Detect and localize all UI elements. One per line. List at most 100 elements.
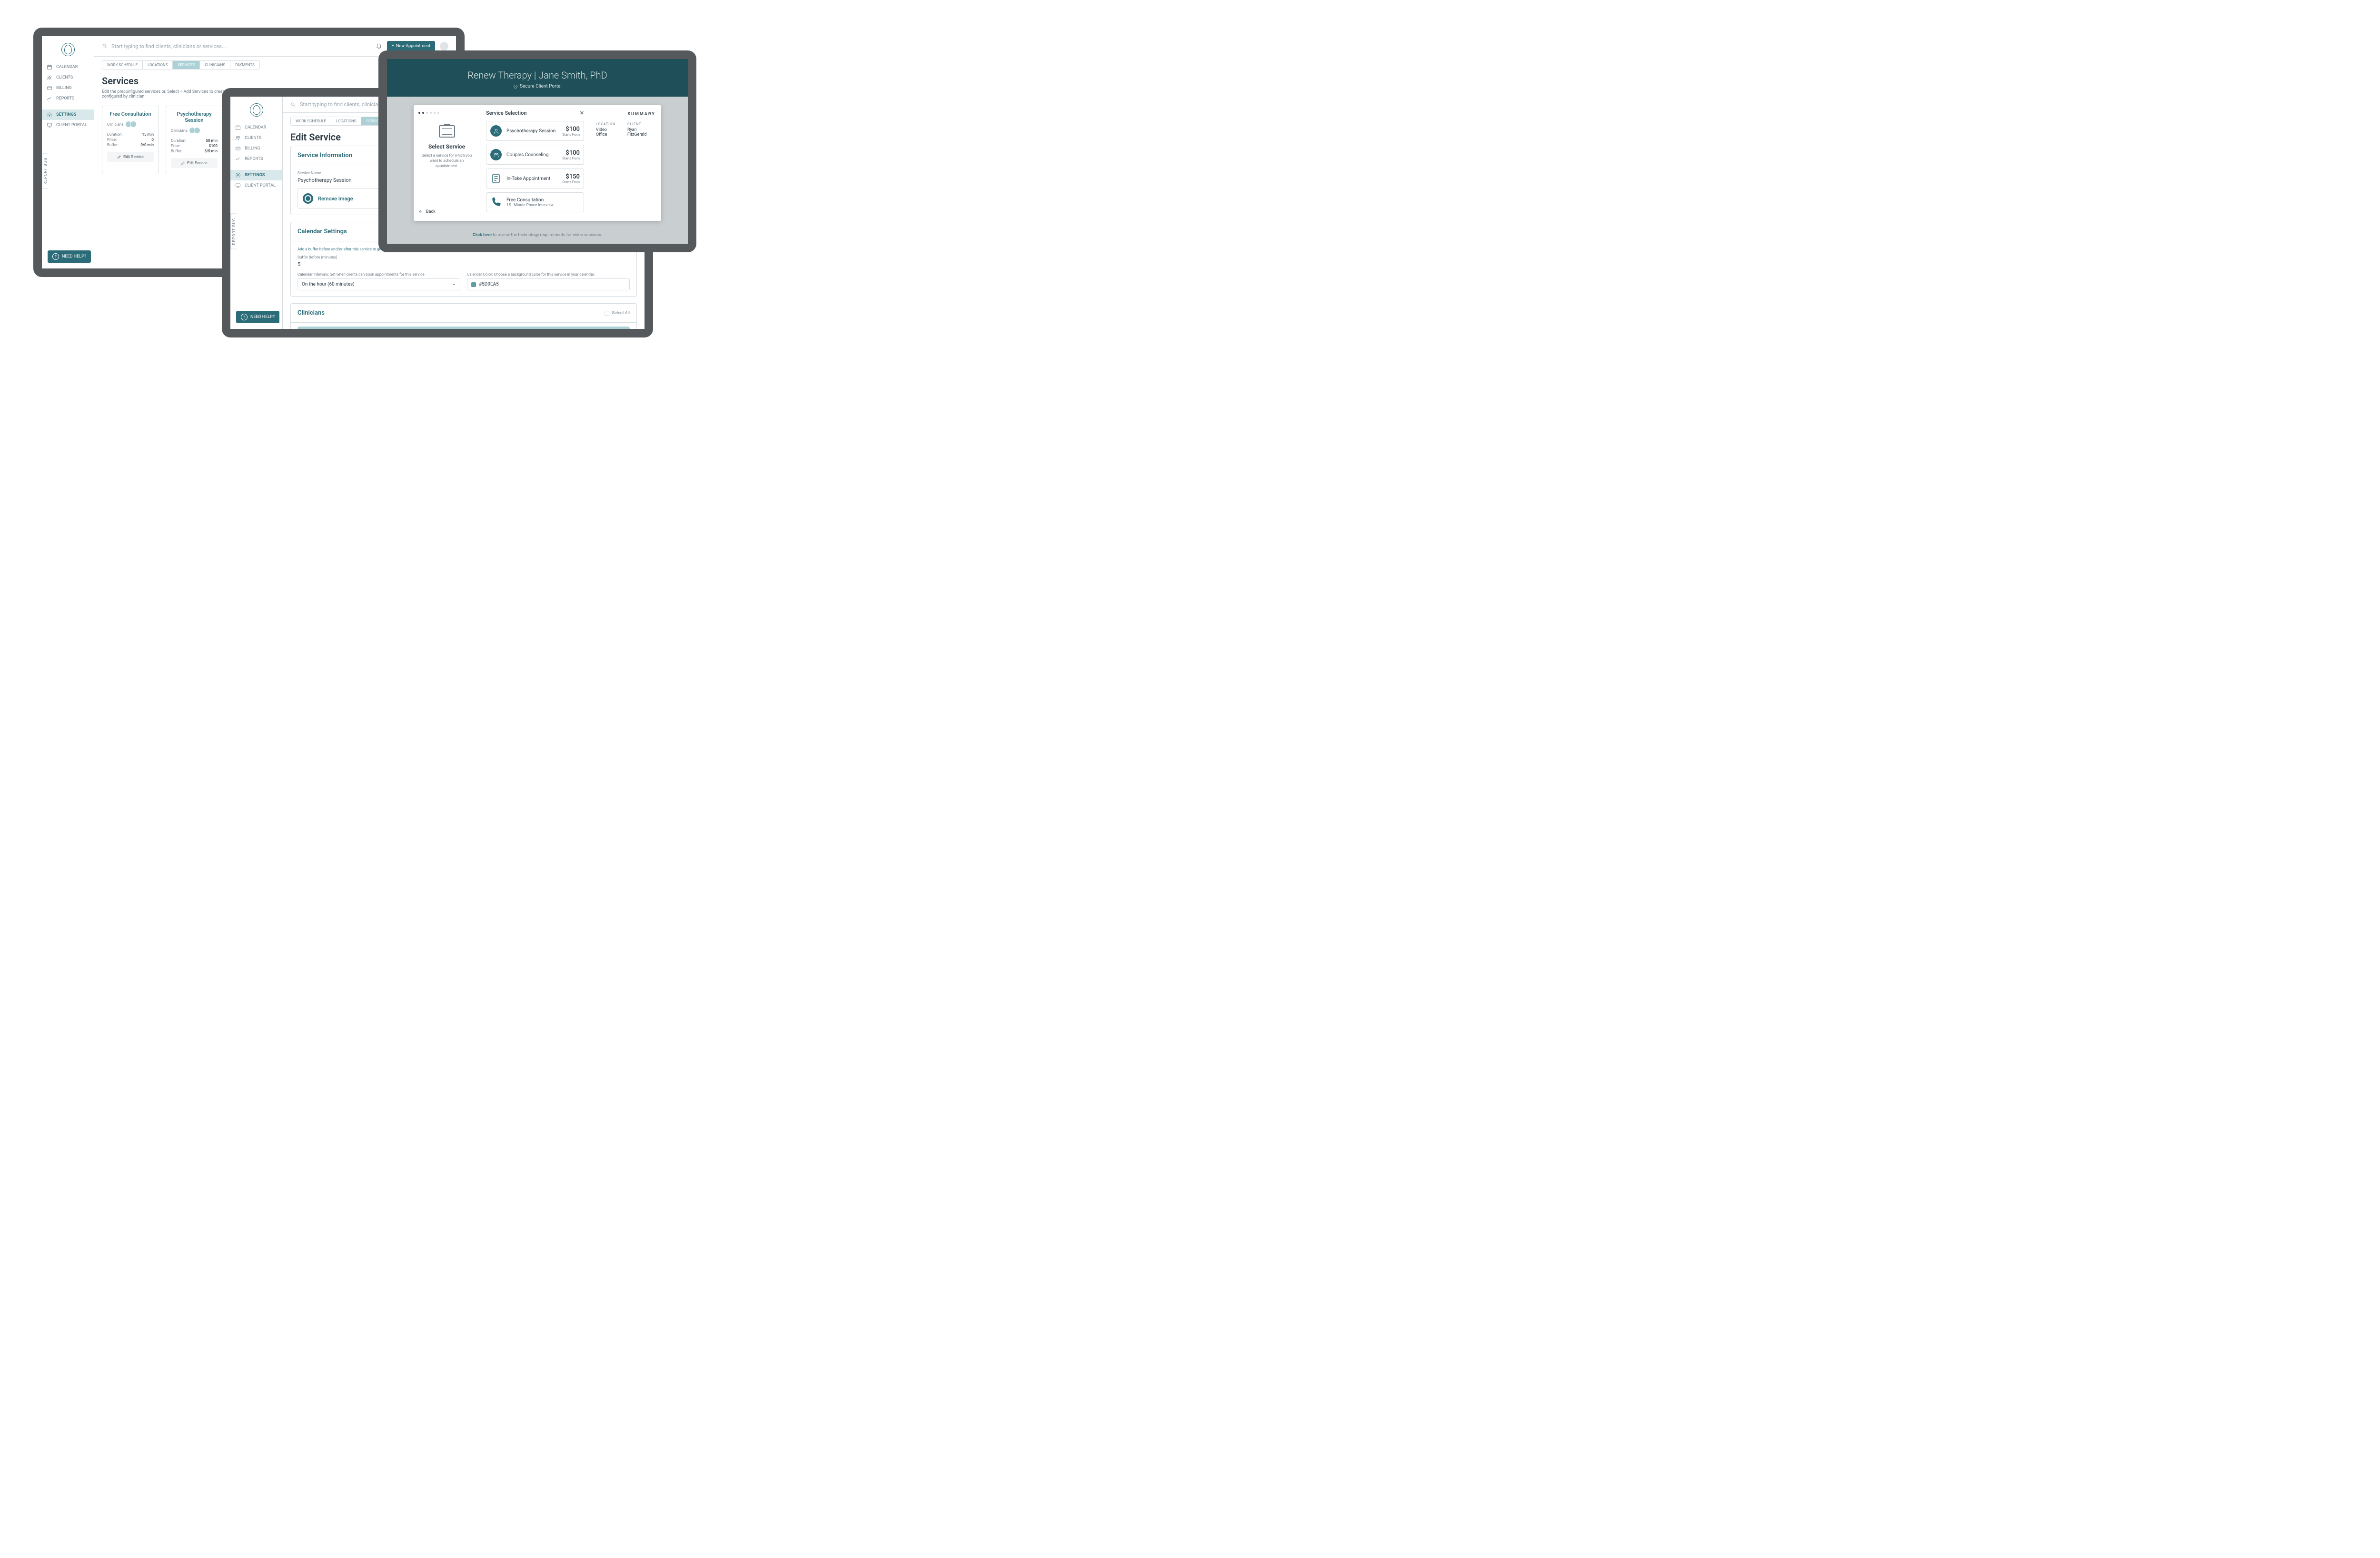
select-all-checkbox[interactable]: Select All [605,311,630,316]
click-here-link[interactable]: Click here [473,233,492,238]
color-label: Calendar Color: Choose a background colo… [467,272,630,277]
nav-settings[interactable]: SETTINGS [42,109,94,120]
reports-icon [235,156,241,162]
clinician-avatars [127,121,137,128]
back-link[interactable]: Back [418,209,475,214]
nav-settings[interactable]: SETTINGS [230,170,282,180]
starts-from: Starts From [562,157,580,160]
price-label: Price: [107,138,117,142]
nav-reports[interactable]: REPORTS [42,93,94,104]
stepper-title: Select Service [418,143,475,150]
duration-value: 15 min [142,132,154,137]
summary-client-value: Ryan FitzGerald [627,128,655,137]
service-option[interactable]: Couples Counseling $100Starts From [486,145,584,165]
modal-stepper-pane: Select Service Select a service for whic… [414,105,480,221]
summary-header: SUMMARY [596,112,655,117]
people-icon [490,149,502,160]
interval-select[interactable]: On the hour (60 minutes) [298,278,460,290]
stepper-text: Select a service for which you want to s… [418,153,475,169]
tab-locations[interactable]: LOCATIONS [143,61,173,69]
buffer-before-label: Buffer Before (minutes) [298,255,630,259]
app-logo [61,43,75,56]
portal-header: Renew Therapy | Jane Smith, PhD Secure C… [387,59,688,97]
service-option[interactable]: Free Consultation15 - Minute Phone Inter… [486,192,584,212]
phone-icon [490,197,502,208]
price-value: $100 [209,144,218,148]
duration-label: Duration: [107,132,122,137]
close-button[interactable]: ✕ [580,110,584,116]
nav-clients[interactable]: CLIENTS [42,72,94,83]
report-bug-tab[interactable]: REPORT BUG [230,214,237,249]
bell-icon[interactable] [376,43,382,50]
buffer-label: Buffer: [171,149,182,153]
clinician-row[interactable]: ✓ Jane Smith 2/3 Locations Selected Cust… [298,327,630,329]
service-avatar [303,193,313,204]
tab-locations[interactable]: LOCATIONS [331,117,361,125]
nav-calendar[interactable]: CALENDAR [42,62,94,72]
search-input[interactable]: Start typing to find clients, clinicians… [102,43,371,50]
nav-reports[interactable]: REPORTS [230,154,282,164]
people-icon [235,135,241,141]
tab-clinicians[interactable]: CLINICIANS [200,61,230,69]
people-icon [47,75,52,80]
price-value: 0 [151,138,154,142]
service-name: Psychotherapy Session [506,129,557,134]
id-card-icon [439,125,455,138]
price-label: Price: [171,144,180,148]
calendar-icon [47,64,52,70]
summary-location-value: Video Office [596,128,618,137]
calendar-icon [235,125,241,130]
billing-icon [47,85,52,91]
gear-icon [47,112,52,118]
user-avatar[interactable] [440,42,448,50]
service-name: Free Consultation [506,198,580,203]
color-swatch [471,282,476,287]
tab-payments[interactable]: PAYMENTS [230,61,259,69]
tab-work-schedule[interactable]: WORK SCHEDULE [291,117,331,125]
starts-from: Starts From [562,133,580,137]
service-name: Couples Counseling [506,152,557,158]
tab-services[interactable]: SERVICES [173,61,200,69]
service-name: In-Take Appointment [506,176,557,181]
service-card-title: Free Consultation [107,111,154,117]
need-help-button[interactable]: NEED HELP? [48,250,91,263]
edit-service-button[interactable]: Edit Service [171,158,218,168]
clinicians-section: Clinicians Select All ✓ Jane Smith 2/3 L… [290,303,637,329]
portal-footer: Click here to review the technology requ… [387,233,688,238]
nav-billing[interactable]: BILLING [230,143,282,154]
clinicians-label: Clinicians: [107,122,124,127]
portal-title: Renew Therapy | Jane Smith, PhD [387,69,688,81]
tab-work-schedule[interactable]: WORK SCHEDULE [102,61,143,69]
buffer-before-value[interactable]: 5 [298,261,630,268]
nav-client-portal[interactable]: CLIENT PORTAL [230,180,282,191]
window-client-portal: Renew Therapy | Jane Smith, PhD Secure C… [378,50,696,252]
color-input[interactable]: #5D9EA5 [467,278,630,290]
need-help-button[interactable]: NEED HELP? [236,311,279,323]
service-price: $100 [562,126,580,133]
edit-service-button[interactable]: Edit Service [107,152,154,162]
stepper-dots [418,112,475,114]
arrow-left-icon [418,209,423,214]
reports-icon [47,96,52,101]
report-bug-tab[interactable]: REPORT BUG [42,153,49,189]
document-icon [490,173,502,184]
nav-calendar[interactable]: CALENDAR [230,122,282,133]
clinicians-label: Clinicians: [171,129,188,133]
person-icon [490,125,502,137]
service-price: $150 [562,173,580,180]
portal-body: Select Service Select a service for whic… [387,97,688,244]
service-option[interactable]: Psychotherapy Session $100Starts From [486,121,584,141]
service-price: $100 [562,149,580,157]
monitor-icon [235,183,241,189]
buffer-value: 5/5 min [204,149,218,153]
modal-services-pane: Service Selection ✕ Psychotherapy Session… [480,105,590,221]
service-subtitle: 15 - Minute Phone Interview [506,203,580,207]
nav-billing[interactable]: BILLING [42,83,94,93]
monitor-icon [47,122,52,128]
new-appointment-button[interactable]: +New Appointment [387,41,435,51]
service-card-title: Psychotherapy Session [171,111,218,123]
modal-title: Service Selection [486,110,527,116]
service-option[interactable]: In-Take Appointment $150Starts From [486,169,584,189]
nav-clients[interactable]: CLIENTS [230,133,282,143]
nav-client-portal[interactable]: CLIENT PORTAL [42,120,94,130]
